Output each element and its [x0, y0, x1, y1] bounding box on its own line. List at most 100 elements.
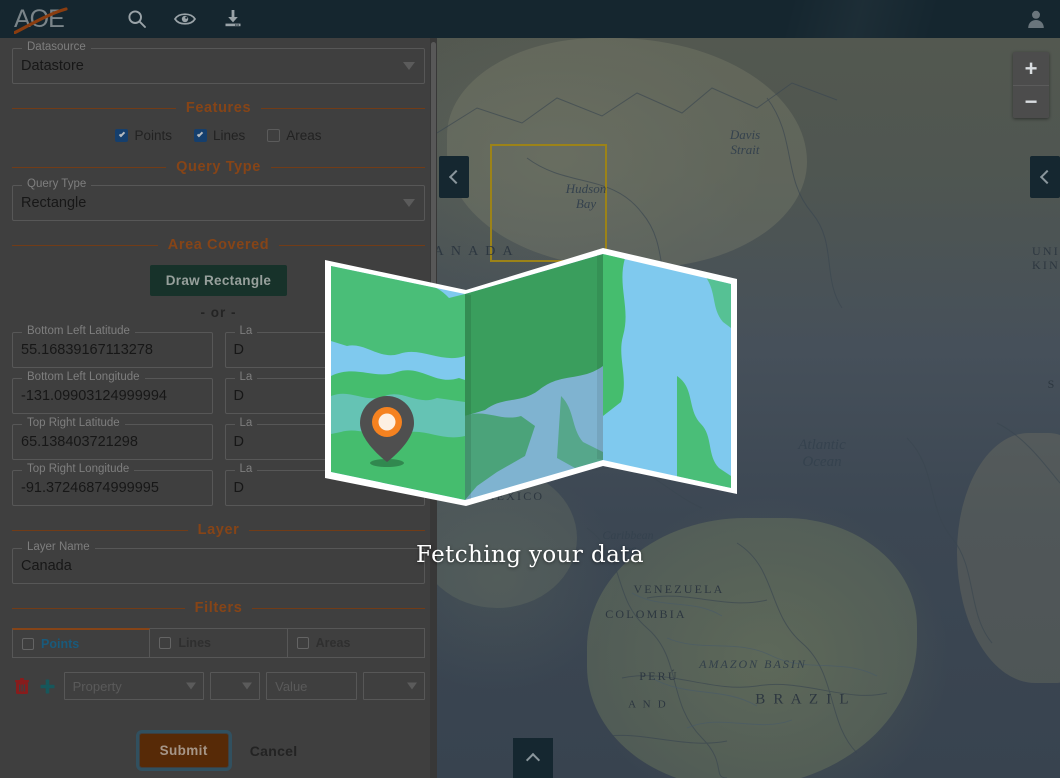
map-label: AMAZON BASIN [699, 657, 807, 672]
scroll-to-top-button[interactable] [513, 738, 553, 778]
map-label: PERÚ [639, 669, 679, 684]
filter-property-select[interactable]: Property [63, 672, 205, 700]
draw-button-container: Draw Rectangle [12, 265, 425, 296]
sidebar-scrollbar[interactable] [430, 38, 437, 778]
coordinate-input-occluded[interactable]: La D [224, 371, 425, 414]
field-label: Layer Name [22, 541, 95, 553]
zoom-out-button[interactable]: − [1013, 85, 1049, 118]
chevron-up-icon [525, 752, 541, 768]
checkbox-box[interactable] [22, 637, 34, 650]
checkbox-box [193, 129, 207, 142]
map-label: Atlantic Ocean [798, 437, 846, 472]
field-label: La [234, 463, 258, 475]
map-zoom-controls[interactable]: + − [1013, 52, 1049, 118]
features-section-header: Features [12, 100, 425, 116]
chevron-down-icon [186, 682, 197, 690]
filter-tab-points[interactable]: Points [12, 628, 151, 658]
field-label: La [234, 371, 258, 383]
filters-title: Filters [194, 600, 243, 616]
filter-extra-select[interactable] [363, 672, 425, 700]
tab-label: Points [41, 636, 80, 651]
collapse-right-panel-button[interactable] [1030, 156, 1060, 198]
feature-label: Points [134, 128, 172, 143]
feature-checkbox-points[interactable]: Points [115, 128, 172, 143]
scrollbar-thumb[interactable] [431, 42, 436, 342]
filter-tab-areas[interactable]: Areas [287, 628, 425, 658]
map-label-line: Hudson [565, 181, 607, 197]
app-root: + − DavisStrait HudsonBay C A N A D A Atlan… [0, 0, 1060, 778]
coordinate-input-occluded[interactable]: La D [224, 417, 425, 460]
feature-checkbox-lines[interactable]: Lines [193, 128, 246, 143]
filter-operator-select[interactable] [210, 672, 261, 700]
checkbox-box [115, 129, 129, 142]
coordinate-input-occluded[interactable]: La D [224, 463, 425, 506]
placeholder-text: Value [275, 678, 308, 694]
field-value: D [233, 480, 244, 496]
query-type-value: Rectangle [21, 195, 87, 211]
divider [12, 166, 167, 168]
map-label: KIN [1032, 258, 1060, 273]
top-right-longitude-input[interactable]: Top Right Longitude -91.37246874999995 [12, 463, 213, 506]
map-label-line: Sea [619, 542, 637, 556]
checkbox-box[interactable] [296, 637, 309, 649]
zoom-in-button[interactable]: + [1013, 52, 1049, 85]
bottom-left-longitude-input[interactable]: Bottom Left Longitude -131.0990312499999… [12, 371, 213, 414]
field-label: Bottom Left Longitude [22, 371, 145, 383]
eye-icon[interactable] [174, 8, 196, 30]
header-nav-icons [126, 8, 244, 30]
checkbox-box[interactable] [159, 637, 172, 649]
filter-tab-lines[interactable]: Lines [150, 628, 288, 658]
filters-section-header: Filters [12, 600, 425, 616]
field-label: Top Right Latitude [22, 417, 125, 429]
chevron-down-icon [403, 199, 415, 207]
draw-rectangle-button[interactable]: Draw Rectangle [149, 265, 288, 296]
field-value: D [233, 434, 244, 450]
map-label: COLOMBIA [605, 607, 687, 622]
filter-value-input[interactable]: Value [266, 672, 358, 700]
map-label-line: UNI [1032, 244, 1060, 259]
feature-label: Lines [212, 128, 246, 143]
map-label-line: COLOMBIA [605, 607, 687, 622]
coordinate-input-occluded[interactable]: La D [224, 325, 425, 368]
datasource-select[interactable]: Datasource Datastore [12, 41, 425, 84]
feature-checkbox-areas[interactable]: Areas [267, 128, 322, 143]
field-label: Bottom Left Latitude [22, 325, 135, 337]
user-avatar-icon[interactable] [1026, 9, 1046, 29]
divider [12, 529, 188, 531]
field-value: Canada [21, 558, 72, 574]
divider [12, 107, 176, 109]
query-sidebar: Datasource Datastore Features Points Lin… [0, 38, 437, 778]
chevron-down-icon [407, 682, 417, 690]
map-label: VENEZUELA [633, 582, 725, 597]
area-covered-title: Area Covered [167, 237, 270, 253]
collapse-left-panel-button[interactable] [439, 156, 469, 198]
delete-filter-button[interactable] [12, 675, 32, 697]
map-label-line: PERÚ [639, 669, 679, 684]
layer-name-input[interactable]: Layer Name Canada [12, 541, 425, 584]
query-type-section-header: Query Type [12, 159, 426, 175]
submit-button[interactable]: Submit [135, 730, 232, 771]
field-value: 55.16839167113278 [21, 342, 153, 358]
add-filter-button[interactable] [38, 675, 58, 697]
field-value: -91.37246874999995 [21, 480, 159, 496]
cancel-button[interactable]: Cancel [250, 743, 298, 759]
app-logo[interactable]: AOE [14, 4, 84, 34]
field-value: D [233, 388, 244, 404]
map-label-line: VENEZUELA [633, 582, 725, 597]
map-canvas[interactable]: + − DavisStrait HudsonBay C A N A D A Atlan… [437, 38, 1060, 778]
query-type-select[interactable]: Query Type Rectangle [12, 178, 425, 221]
bottom-left-latitude-input[interactable]: Bottom Left Latitude 55.16839167113278 [12, 325, 213, 368]
chevron-down-icon [242, 682, 253, 690]
map-label: MEXICO [484, 489, 545, 504]
map-label: S [1048, 377, 1057, 392]
coordinates-left-column: Bottom Left Latitude 55.16839167113278 B… [12, 322, 213, 506]
download-icon[interactable] [222, 8, 244, 30]
search-icon[interactable] [126, 8, 148, 30]
field-value: D [233, 342, 244, 358]
trash-icon [14, 677, 29, 694]
top-right-latitude-input[interactable]: Top Right Latitude 65.138403721298 [12, 417, 213, 460]
query-type-label: Query Type [22, 178, 92, 190]
map-label: UNI [1032, 244, 1060, 259]
map-label-line: AMAZON BASIN [699, 657, 807, 672]
layer-section-header: Layer [12, 522, 426, 538]
